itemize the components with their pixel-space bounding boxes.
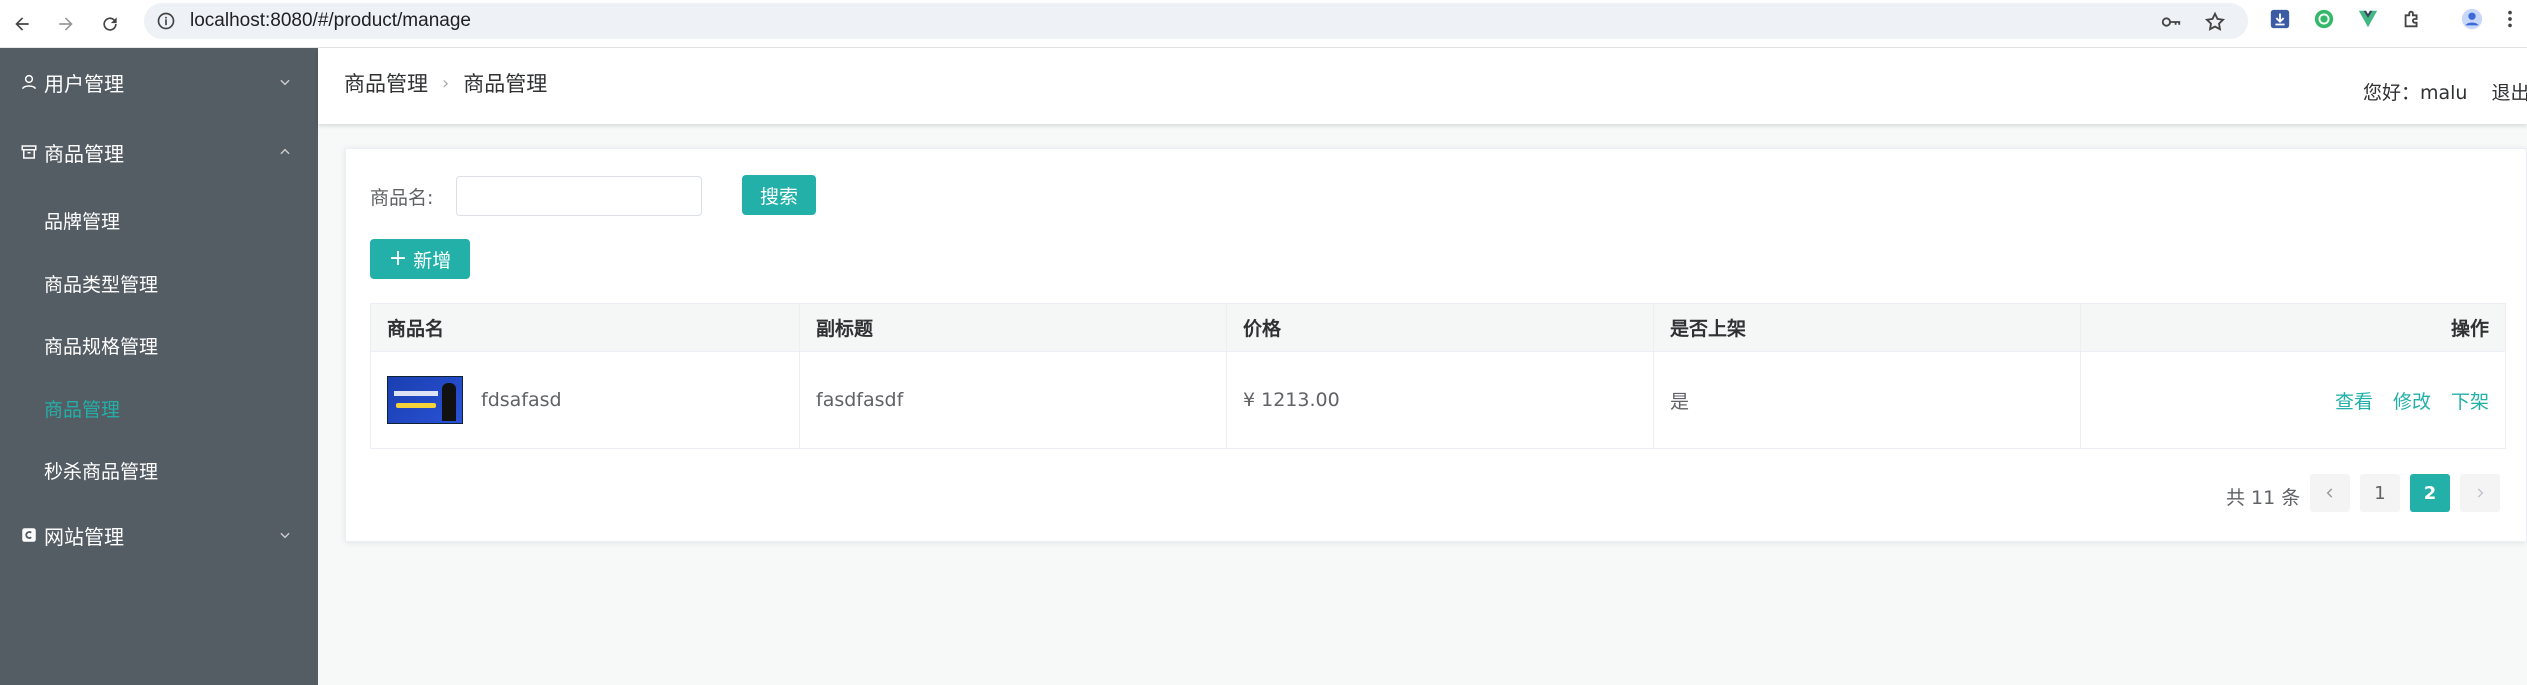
product-name: fdsafasd [481, 389, 562, 411]
forward-button[interactable] [48, 6, 84, 42]
info-icon[interactable] [156, 11, 176, 31]
product-table: 商品名 副标题 价格 是否上架 操作 fdsafasd fasdfasdf ¥ … [370, 303, 2506, 449]
browser-toolbar: localhost:8080/#/product/manage [0, 0, 2527, 48]
actions-cell: 查看 修改 下架 [2081, 352, 2505, 448]
sidebar-item-product-manage[interactable]: 商品管理 [0, 380, 318, 436]
product-name-cell: fdsafasd [371, 352, 800, 448]
download-extension-icon[interactable] [2268, 7, 2292, 31]
sidebar-item-label: 秒杀商品管理 [44, 460, 159, 483]
search-button[interactable]: 搜索 [742, 175, 816, 215]
sidebar-menu-user[interactable]: 用户管理 [0, 54, 318, 110]
view-link[interactable]: 查看 [2335, 387, 2373, 414]
breadcrumb: 商品管理 › 商品管理 [344, 68, 547, 98]
edit-link[interactable]: 修改 [2393, 387, 2431, 414]
table-row: fdsafasd fasdfasdf ¥ 1213.00 是 查看 修改 下架 [371, 352, 2505, 448]
product-name-search-input[interactable] [456, 176, 702, 216]
sidebar-item-label: 商品管理 [44, 398, 121, 421]
sidebar-menu-label: 用户管理 [44, 71, 124, 96]
reload-button[interactable] [92, 6, 128, 42]
sidebar-item-brand[interactable]: 品牌管理 [0, 192, 318, 248]
url-text: localhost:8080/#/product/manage [190, 10, 471, 31]
forward-arrow-icon [59, 17, 73, 31]
box-icon [21, 145, 37, 159]
more-menu-icon[interactable] [2500, 7, 2520, 31]
user-icon [21, 74, 37, 90]
vue-devtools-icon[interactable] [2356, 7, 2380, 31]
reload-icon [103, 17, 117, 31]
add-product-button[interactable]: + 新增 [370, 239, 470, 279]
column-header: 价格 [1227, 304, 1654, 351]
plus-icon: + [388, 246, 408, 271]
user-greeting: 您好：malu [2363, 82, 2468, 104]
breadcrumb-separator-icon: › [442, 72, 450, 94]
add-button-label: 新增 [413, 249, 452, 272]
prev-page-button[interactable] [2310, 474, 2350, 512]
sidebar-menu-label: 商品管理 [44, 141, 124, 166]
column-header: 操作 [2450, 318, 2489, 340]
site-icon [22, 528, 36, 542]
sidebar-item-label: 商品规格管理 [44, 335, 159, 358]
column-header: 商品名 [371, 304, 800, 351]
product-list-card: 商品名: 搜索 + 新增 商品名 副标题 价格 是否上架 操作 fdsafasd… [345, 148, 2527, 542]
column-header: 是否上架 [1654, 304, 2081, 351]
sidebar: 用户管理 商品管理 品牌管理 商品类型管理 商品规格管理 商品管理 秒杀商品管理… [0, 48, 318, 685]
logout-link[interactable]: 退出 [2491, 82, 2527, 104]
sidebar-item-product-spec[interactable]: 商品规格管理 [0, 317, 318, 373]
sidebar-item-product-type[interactable]: 商品类型管理 [0, 255, 318, 311]
page-number-button-active[interactable]: 2 [2410, 474, 2450, 512]
subtitle-cell: fasdfasdf [800, 352, 1227, 448]
sidebar-menu-label: 网站管理 [44, 524, 124, 549]
user-info: 您好：malu 退出 [2363, 78, 2527, 105]
chevron-down-icon [280, 79, 290, 86]
sidebar-item-label: 品牌管理 [44, 210, 121, 233]
sidebar-item-label: 商品类型管理 [44, 273, 159, 296]
back-button[interactable] [4, 6, 40, 42]
pagination-total: 共 11 条 [2226, 487, 2301, 509]
chevron-right-icon [2477, 488, 2484, 498]
chevron-up-icon [280, 148, 290, 155]
next-page-button[interactable] [2460, 474, 2500, 512]
sidebar-item-flash-sale[interactable]: 秒杀商品管理 [0, 442, 318, 498]
product-thumbnail [387, 376, 463, 424]
column-header: 副标题 [800, 304, 1227, 351]
page-number-button[interactable]: 1 [2360, 474, 2400, 512]
unshelve-link[interactable]: 下架 [2451, 387, 2489, 414]
search-label: 商品名: [370, 187, 434, 209]
price-cell: ¥ 1213.00 [1227, 352, 1654, 448]
table-header: 商品名 副标题 价格 是否上架 操作 [371, 304, 2505, 352]
top-header: 商品管理 › 商品管理 您好：malu 退出 [318, 48, 2527, 124]
star-icon[interactable] [2204, 11, 2226, 33]
breadcrumb-item-current: 商品管理 [463, 72, 548, 96]
puzzle-icon[interactable] [2400, 7, 2424, 31]
profile-avatar-icon[interactable] [2460, 7, 2484, 31]
back-arrow-icon [15, 17, 29, 31]
sidebar-menu-website[interactable]: 网站管理 [0, 507, 318, 563]
chevron-down-icon [280, 532, 290, 539]
key-icon[interactable] [2160, 11, 2182, 33]
breadcrumb-item[interactable]: 商品管理 [344, 68, 428, 98]
chevron-left-icon [2326, 488, 2333, 498]
address-bar[interactable]: localhost:8080/#/product/manage [144, 3, 2248, 39]
green-extension-icon[interactable] [2312, 7, 2336, 31]
on-sale-cell: 是 [1654, 352, 2081, 448]
sidebar-menu-product[interactable]: 商品管理 [0, 124, 318, 180]
